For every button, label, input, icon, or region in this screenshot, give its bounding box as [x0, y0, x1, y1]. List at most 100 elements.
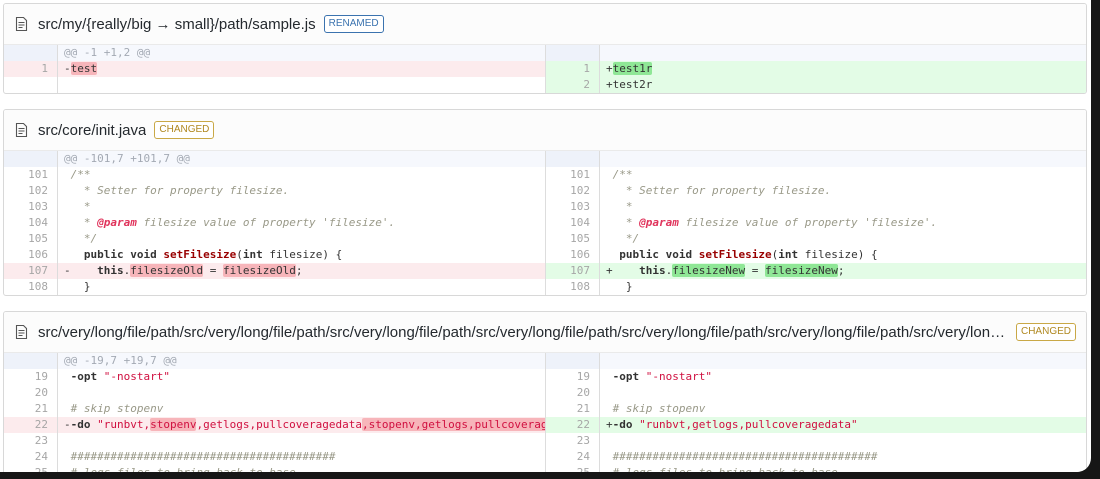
line-number-cell: 24 [4, 449, 58, 465]
diff-row: 102 * Setter for property filesize. [4, 183, 545, 199]
diff-row [4, 77, 545, 93]
code-cell: } [612, 280, 633, 293]
file-icon [14, 16, 29, 32]
file-status-badge: RENAMED [323, 15, 384, 33]
line-number-cell [546, 45, 600, 61]
code-cell [58, 77, 545, 93]
line-number-cell: 23 [4, 433, 58, 449]
file-card: src/core/init.java CHANGED @@ -101,7 +101,… [3, 109, 1087, 296]
line-number-cell: 108 [546, 279, 600, 295]
hunk-header-text: @@ -1 +1,2 @@ [58, 45, 545, 61]
diff-row: 1 +test1r [546, 61, 1086, 77]
diff-row: 25 # logs files to bring back to base [546, 465, 1086, 472]
line-number-cell [4, 77, 58, 93]
code-cell: ######################################## [612, 450, 878, 463]
code-cell: /** [612, 168, 633, 181]
diff-row: 24 #####################################… [4, 449, 545, 465]
line-number-cell: 21 [4, 401, 58, 417]
diff-row: 101 /** [546, 167, 1086, 183]
line-number-cell: 103 [546, 199, 600, 215]
line-number-cell: 107 [4, 263, 58, 279]
diff-row: 24 #####################################… [546, 449, 1086, 465]
diff-left-panel: @@ -1 +1,2 @@ 1 -test [4, 45, 545, 93]
code-cell: * [70, 200, 91, 213]
file-name: src/my/{really/big → small}/path/sample.… [38, 15, 316, 33]
line-number-cell: 24 [546, 449, 600, 465]
file-header[interactable]: src/very/long/file/path/src/very/long/fi… [4, 312, 1086, 353]
code-cell: * [612, 200, 633, 213]
code-cell: * @param filesize value of property 'fil… [612, 216, 938, 229]
code-cell: # logs files to bring back to base [58, 465, 545, 472]
code-cell [58, 433, 545, 449]
code-cell: --do "runbvt,stopenv,getlogs,pullcoverag… [58, 417, 545, 433]
diff-row: 107 + this.filesizeNew = filesizeNew; [546, 263, 1086, 279]
diff-row: 103 * [4, 199, 545, 215]
line-number-cell: 101 [4, 167, 58, 183]
code-cell: * Setter for property filesize. [70, 184, 290, 197]
code-cell: * @param filesize value of property 'fil… [70, 216, 396, 229]
diff-left-panel: @@ -101,7 +101,7 @@ 101 /** 102 * Setter f… [4, 151, 545, 295]
file-name: src/very/long/file/path/src/very/long/fi… [38, 323, 1008, 341]
diff-row: 2 +test2r [546, 77, 1086, 93]
line-number-cell [4, 353, 58, 369]
code-cell: * Setter for property filesize. [612, 184, 832, 197]
file-icon [14, 122, 29, 138]
diff-row: 106 public void setFilesize(int filesize… [546, 247, 1086, 263]
code-cell: - this.filesizeOld = filesizeOld; [58, 263, 545, 279]
hunk-header-row [546, 353, 1086, 369]
file-header[interactable]: src/my/{really/big → small}/path/sample.… [4, 4, 1086, 45]
diff-row: 20 [546, 385, 1086, 401]
diff-row: 103 * [546, 199, 1086, 215]
hunk-header-row: @@ -1 +1,2 @@ [4, 45, 545, 61]
diff-row: 22 +-do "runbvt,getlogs,pullcoveragedata" [546, 417, 1086, 433]
code-cell: } [70, 280, 91, 293]
code-cell: -opt "-nostart" [70, 370, 170, 383]
diff-row: 105 */ [546, 231, 1086, 247]
line-number-cell: 107 [546, 263, 600, 279]
line-number-cell: 23 [546, 433, 600, 449]
line-number-cell: 2 [546, 77, 600, 93]
file-status-badge: CHANGED [154, 121, 215, 139]
line-number-cell: 101 [546, 167, 600, 183]
line-number-cell: 104 [546, 215, 600, 231]
diff-row: 19 -opt "-nostart" [546, 369, 1086, 385]
hunk-header-row: @@ -101,7 +101,7 @@ [4, 151, 545, 167]
code-cell: + this.filesizeNew = filesizeNew; [600, 263, 1086, 279]
line-number-cell: 103 [4, 199, 58, 215]
code-cell: # logs files to bring back to base [600, 465, 1086, 472]
code-cell: public void setFilesize(int filesize) { [83, 248, 343, 261]
diff-right-panel: 1 +test1r 2 +test2r [545, 45, 1086, 93]
diff-row: 104 * @param filesize value of property … [4, 215, 545, 231]
file-header[interactable]: src/core/init.java CHANGED [4, 110, 1086, 151]
hunk-header-text [600, 353, 1086, 369]
line-number-cell: 20 [4, 385, 58, 401]
line-number-cell: 104 [4, 215, 58, 231]
diff-left-panel: @@ -19,7 +19,7 @@ 19 -opt "-nostart" 20 21… [4, 353, 545, 472]
diff-row: 20 [4, 385, 545, 401]
diff-row: 105 */ [4, 231, 545, 247]
diff-row: 21 # skip stopenv [4, 401, 545, 417]
code-cell: public void setFilesize(int filesize) { [619, 248, 878, 261]
diff-row: 104 * @param filesize value of property … [546, 215, 1086, 231]
file-name: src/core/init.java [38, 121, 147, 139]
line-number-cell: 25 [4, 465, 58, 472]
line-number-cell: 106 [4, 247, 58, 263]
code-cell: +test2r [600, 77, 1086, 93]
diff-row: 102 * Setter for property filesize. [546, 183, 1086, 199]
file-icon [14, 324, 29, 340]
diff-row: 25 # logs files to bring back to base [4, 465, 545, 472]
code-cell: +-do "runbvt,getlogs,pullcoveragedata" [600, 417, 1086, 433]
hunk-header-text: @@ -19,7 +19,7 @@ [58, 353, 545, 369]
line-number-cell: 106 [546, 247, 600, 263]
diff-row: 21 # skip stopenv [546, 401, 1086, 417]
diff-row: 23 [4, 433, 545, 449]
hunk-header-text: @@ -101,7 +101,7 @@ [58, 151, 545, 167]
code-cell: ######################################## [70, 450, 336, 463]
code-cell: # skip stopenv [612, 402, 706, 415]
diff-row: 23 [546, 433, 1086, 449]
diff-row: 108 } [4, 279, 545, 295]
diff-row: 106 public void setFilesize(int filesize… [4, 247, 545, 263]
line-number-cell: 1 [546, 61, 600, 77]
line-number-cell [4, 45, 58, 61]
hunk-header-row [546, 151, 1086, 167]
